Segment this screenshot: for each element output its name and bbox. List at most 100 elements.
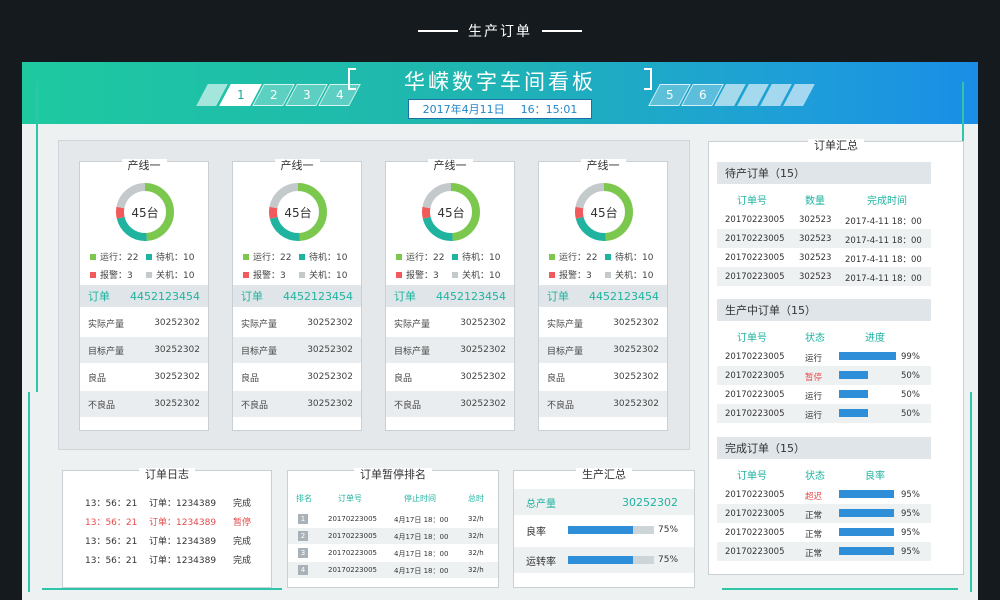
summary-bar-track [568,526,654,534]
order-progress-value: 50% [901,390,920,400]
order-progress-track [839,352,897,360]
stat-label: 不良品 [547,400,575,411]
in_production-section-header: 生产中订单（15） [717,299,931,321]
standby-swatch [146,253,152,260]
legend-alarm: 报警：3 [549,268,605,281]
donut-center-count: 45台 [437,205,465,220]
log-order: 订单：1234389 [149,537,217,547]
order-log-row: 13：56：21 订单：1234389 完成 [63,493,271,512]
pending-row: 20170223005 302523 2017-4-11 18：00 [717,229,931,248]
stat-label: 实际产量 [88,319,125,330]
standby-swatch [605,253,611,260]
line-stat-row: 目标产量 30252302 [539,337,667,363]
rank-header-time: 停止时间 [404,494,436,503]
caption-dash-right [542,30,582,32]
order-progress-track [839,390,897,398]
summary-bar-fill [568,526,633,534]
tab-3-label: 3 [302,88,311,102]
order-qty: 302523 [799,272,832,282]
order-qty: 302523 [799,253,832,263]
tab-2-label: 2 [269,88,278,102]
column-header: 良率 [865,471,885,482]
order-no: 20170223005 [725,371,785,381]
order-progress-value: 95% [901,547,920,557]
stat-label: 良品 [394,373,413,384]
legend-standby: 待机：10 [605,250,661,263]
line-stat-row: 实际产量 30252302 [233,310,361,336]
order-label: 订单 [241,290,263,303]
line-stat-row: 不良品 30252302 [233,391,361,417]
stat-value: 30252302 [307,345,353,355]
order-number: 4452123454 [130,289,200,303]
legend-off: 关机：10 [299,268,355,281]
time-text: 16：15:01 [520,103,578,116]
order-label: 订单 [88,290,110,303]
pending-row: 20170223005 302523 2017-4-11 18：00 [717,267,931,286]
line-stat-row: 实际产量 30252302 [539,310,667,336]
order-summary-panel: 订单汇总 待产订单（15） 订单号 数量 完成时间 20170223005 302523 2… [708,139,964,575]
stat-label: 不良品 [241,400,269,411]
order-progress-value: 99% [901,352,920,362]
order-status: 超迟 [805,492,823,502]
in_production-row: 20170223005 运行 99% [717,347,931,366]
alarm-label: 报警：3 [559,271,592,281]
order-finish-time: 2017-4-11 18：00 [845,274,922,284]
order-progress-value: 95% [901,528,920,538]
legend-alarm: 报警：3 [396,268,452,281]
alarm-swatch [396,271,402,278]
completed-row: 20170223005 正常 95% [717,523,931,542]
order-progress-fill [839,352,897,360]
running-swatch [549,253,555,260]
off-label: 关机：10 [309,271,348,281]
rank-header-total: 总时 [468,494,484,503]
rank-order: 201702230​05 [328,515,377,523]
stat-value: 30252302 [613,345,659,355]
rank-time: 4月17日 18：00 [394,516,449,524]
legend-standby: 待机：10 [146,250,202,263]
stat-label: 不良品 [394,400,422,411]
caption-text: 生产订单 [468,24,532,40]
log-time: 13：56：21 [85,537,138,547]
order-label: 订单 [547,290,569,303]
column-header: 订单号 [737,471,767,482]
legend-off: 关机：10 [605,268,661,281]
log-status: 暂停 [233,518,252,528]
order-progress-fill [839,528,895,536]
stat-label: 目标产量 [241,346,278,357]
log-order: 订单：1234389 [149,556,217,566]
order-log-title-text: 订单日志 [139,468,195,481]
line-stat-row: 良品 30252302 [386,364,514,390]
legend-running: 运行：22 [396,250,452,263]
column-header: 状态 [805,471,825,482]
order-progress-track [839,490,897,498]
stat-label: 实际产量 [547,319,584,330]
off-label: 关机：10 [615,271,654,281]
rank-order: 201702230​05 [328,549,377,557]
stat-value: 30252302 [460,372,506,382]
stat-value: 30252302 [154,318,200,328]
legend-running: 运行：22 [90,250,146,263]
column-header: 订单号 [737,196,767,207]
standby-label: 待机：10 [156,253,195,263]
alarm-swatch [243,271,249,278]
order-progress-fill [839,547,895,555]
legend-off: 关机：10 [146,268,202,281]
alarm-swatch [90,271,96,278]
pause-rank-panel: 订单暂停排名 排名 订单号 停止时间 总时 1 201702230​05 4月17日… [287,468,499,588]
summary-bar-track [568,556,654,564]
line-order-row: 订单 4452123454 [233,285,361,307]
caption-dash-left [418,30,458,32]
running-swatch [243,253,249,260]
summary-bar-label: 运转率 [526,556,556,568]
stat-label: 目标产量 [88,346,125,357]
production-summary-title: 生产汇总 [514,463,694,482]
stat-value: 30252302 [154,399,200,409]
line-order-row: 订单 4452123454 [539,285,667,307]
order-no: 20170223005 [725,215,785,225]
stat-label: 目标产量 [394,346,431,357]
pause-rank-header: 排名 订单号 停止时间 总时 [288,493,498,507]
pause-rank-row: 1 201702230​05 4月17日 18：00 32/h [288,511,498,527]
order-progress-track [839,371,897,379]
off-swatch [452,271,458,278]
off-swatch [299,271,305,278]
